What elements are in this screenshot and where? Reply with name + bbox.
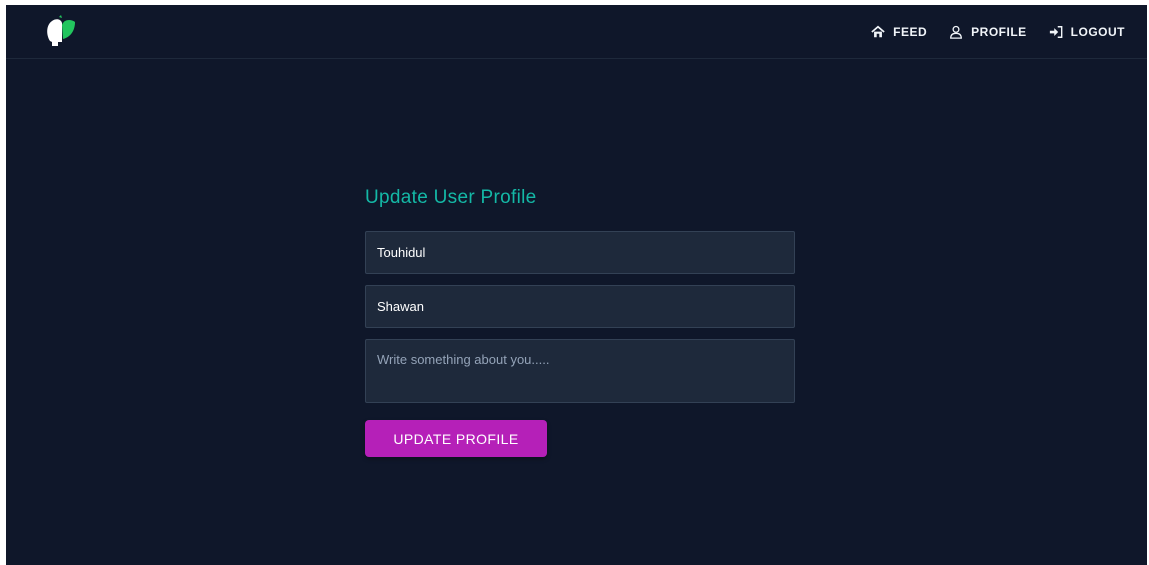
nav-profile-label: PROFILE bbox=[971, 25, 1027, 39]
user-icon bbox=[950, 25, 963, 39]
app-window: FEED PROFILE LOGOUT Update User Profile bbox=[6, 5, 1147, 565]
logout-icon bbox=[1049, 26, 1063, 38]
leaf-head-logo-icon[interactable] bbox=[44, 15, 78, 47]
nav-logout-link[interactable]: LOGOUT bbox=[1049, 25, 1125, 39]
last-name-input[interactable] bbox=[365, 285, 795, 328]
navbar: FEED PROFILE LOGOUT bbox=[6, 5, 1147, 59]
bio-textarea[interactable] bbox=[365, 339, 795, 403]
first-name-input[interactable] bbox=[365, 231, 795, 274]
nav-logout-label: LOGOUT bbox=[1070, 25, 1125, 39]
nav-profile-link[interactable]: PROFILE bbox=[949, 25, 1027, 39]
home-icon bbox=[871, 25, 885, 38]
nav-feed-link[interactable]: FEED bbox=[871, 25, 927, 39]
nav-feed-label: FEED bbox=[893, 25, 928, 39]
update-profile-button[interactable]: UPDATE PROFILE bbox=[365, 420, 547, 457]
update-profile-form: Update User Profile UPDATE PROFILE bbox=[365, 183, 795, 457]
nav-links: FEED PROFILE LOGOUT bbox=[871, 5, 1125, 59]
form-title: Update User Profile bbox=[365, 187, 537, 208]
